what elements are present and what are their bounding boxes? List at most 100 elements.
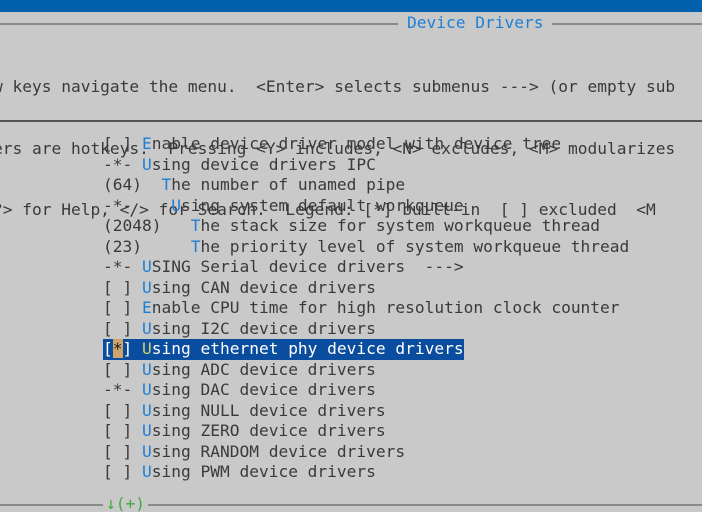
menu-item-mark[interactable]: [ ] [103,278,132,297]
scroll-down-indicator[interactable]: ↓(+) [103,494,148,512]
menu-item[interactable]: [ ] Using ZERO device drivers [0,421,702,442]
dialog-title-row: Device Drivers [0,12,702,36]
menu-item-label: he number of unamed pipe [171,175,406,194]
menu-item-label: sing device drivers IPC [151,154,376,174]
menu-item-content: -*- USING Serial device drivers [103,257,405,278]
menu-item-mark[interactable]: [ ] [103,134,132,153]
menu-item-content: [ ] Using PWM device drivers [103,462,376,483]
menu-item-label: sing ZERO device drivers [151,421,386,440]
menu-item-hotkey: U [142,462,152,481]
menu-item-mark[interactable]: -*- [103,196,132,215]
menu-item-mark[interactable]: (2048) [103,216,161,235]
menu-item-mark[interactable]: [*] [103,339,132,358]
menu-item-label: sing ADC device drivers [151,359,376,379]
menu-item-content: (64) The number of unamed pipe [103,175,405,196]
menu-item-label: he stack size for system workqueue threa… [200,216,601,235]
menu-item-gap [142,175,162,194]
menu-item-hotkey: U [142,339,152,358]
title-rule-right [552,23,702,25]
menu-item[interactable]: (23) The priority level of system workqu… [0,237,702,258]
menu-item-content: [ ] Using ADC device drivers [103,360,376,381]
menu-item-mark[interactable]: -*- [103,257,132,276]
menu-item-hotkey: U [142,441,152,461]
menu-item-hotkey: U [142,277,152,297]
menu-item-label: SING Serial device drivers [151,257,406,276]
menu-item-label: sing DAC device drivers [151,380,376,399]
menu-item-gap [161,216,190,235]
menu-item-mark[interactable]: (64) [103,175,142,194]
menu-item-content: [ ] Using I2C device drivers [103,319,376,340]
menu-item[interactable]: [ ] Using CAN device drivers [0,278,702,299]
menu-item-hotkey: U [142,400,152,420]
menu-item[interactable]: (64) The number of unamed pipe [0,175,702,196]
menu-item-gap [132,380,142,399]
menu-list: [ ] Enable device driver model with devi… [0,134,702,483]
menu-item-mark[interactable]: -*- [103,380,132,399]
menu-item-label: nable CPU time for high resolution clock… [151,298,620,317]
menu-item-content: [ ] Using CAN device drivers [103,278,376,299]
menu-item[interactable]: [*] Using ethernet phy device drivers [0,339,702,360]
menu-item-gap [132,155,142,174]
menu-item-gap [132,278,142,297]
help-separator [0,120,702,122]
dialog-frame: Device Drivers Arrow keys navigate the m… [0,12,702,512]
menu-item-mark[interactable]: [ ] [103,442,132,461]
menu-item-gap [132,401,142,420]
menu-item-hotkey: U [142,318,152,338]
menu-item-mark[interactable]: (23) [103,237,142,256]
menu-item-mark[interactable]: -*- [103,155,132,174]
menu-item-content: -*- Using device drivers IPC [103,155,376,176]
menu-item-hotkey: U [142,154,152,174]
menu-item[interactable]: [ ] Using RANDOM device drivers [0,442,702,463]
menu-item-mark[interactable]: [ ] [103,298,132,317]
submenu-arrow: ---> [405,257,464,276]
menu-item-gap [132,134,142,153]
menu-item-hotkey: U [142,380,152,399]
menu-item-mark[interactable]: [ ] [103,421,132,440]
menu-item[interactable]: -*- Using system default workqueue [0,196,702,217]
menu-item-gap [132,462,142,481]
menu-item-gap [132,421,142,440]
menu-item[interactable]: [ ] Using ADC device drivers [0,360,702,381]
menu-item-label: sing ethernet phy device drivers [151,339,464,358]
menu-item-hotkey: U [142,359,152,379]
menu-item-content: (23) The priority level of system workqu… [103,237,629,258]
text-cursor: * [112,339,123,358]
menu-item-label: sing I2C device drivers [151,318,376,338]
menu-item-gap [132,257,142,276]
menu-item-label: sing PWM device drivers [151,462,376,481]
menu-item-content: [ ] Using ZERO device drivers [103,421,386,442]
menu-item-gap [142,237,191,256]
menu-item-label: sing CAN device drivers [151,277,376,297]
menu-item[interactable]: [ ] Using PWM device drivers [0,462,702,483]
menu-item-mark[interactable]: [ ] [103,360,132,379]
menu-item[interactable]: [ ] Using NULL device drivers [0,401,702,422]
menu-item-mark[interactable]: [ ] [103,462,132,481]
menu-item[interactable]: -*- Using device drivers IPC [0,155,702,176]
menu-item-content: [ ] Enable device driver model with devi… [103,134,561,155]
menu-item[interactable]: [ ] Enable CPU time for high resolution … [0,298,702,319]
menu-item[interactable]: (2048) The stack size for system workque… [0,216,702,237]
menu-item-content: [ ] Enable CPU time for high resolution … [103,298,620,319]
menu-item-content: [ ] Using RANDOM device drivers [103,442,405,463]
page-title: Device Drivers [407,12,544,32]
menu-item[interactable]: [ ] Using I2C device drivers [0,319,702,340]
menu-item-gap [132,298,142,317]
menu-item-label: he priority level of system workqueue th… [200,236,630,256]
menu-item-content: -*- Using system default workqueue [103,196,464,217]
menu-item-hotkey: T [161,175,172,194]
menu-item[interactable]: -*- Using DAC device drivers [0,380,702,401]
menu-item-gap [132,360,142,379]
menu-item-hotkey: T [190,236,201,256]
menu-item-hotkey: E [142,298,152,317]
menu-item[interactable]: -*- USING Serial device drivers ---> [0,257,702,278]
menu-item-label: sing NULL device drivers [151,400,386,420]
menu-item-mark[interactable]: [ ] [103,319,132,338]
menu-item-mark[interactable]: [ ] [103,401,132,420]
breadcrumb-bar: d Components → Device Drivers [0,0,702,12]
menu-item-content: [ ] Using NULL device drivers [103,401,386,422]
menu-item-hotkey: U [142,257,152,276]
menu-item-label: sing system default workqueue [180,195,464,215]
menu-item[interactable]: [ ] Enable device driver model with devi… [0,134,702,155]
title-rule-left [0,23,398,25]
